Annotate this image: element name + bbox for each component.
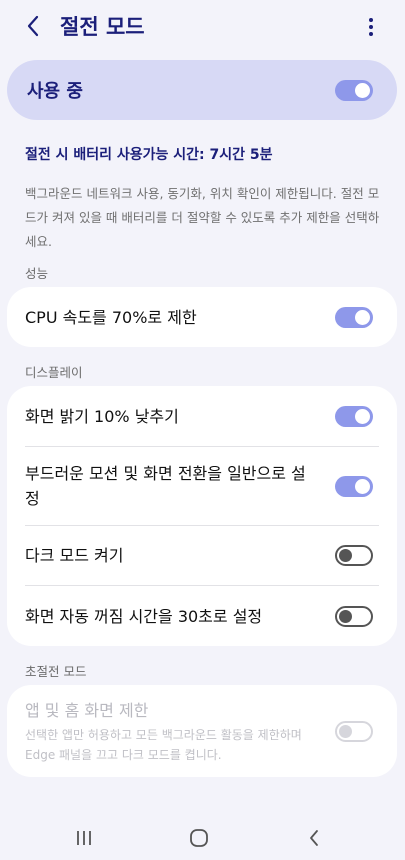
- app-home-limit-subtitle: 선택한 앱만 허용하고 모든 백그라운드 활동을 제한하며 Edge 패널을 끄…: [25, 728, 302, 762]
- brightness-label: 화면 밝기 10% 낮추기: [25, 406, 179, 426]
- home-icon: [190, 829, 208, 847]
- more-vert-icon: [369, 18, 373, 22]
- screen-timeout-toggle[interactable]: [335, 605, 373, 627]
- screen-timeout-label: 화면 자동 꺼짐 시간을 30초로 설정: [25, 606, 263, 626]
- display-card: 화면 밝기 10% 낮추기 부드러운 모션 및 화면 전환을 일반으로 설정 다…: [7, 386, 397, 646]
- section-label-performance: 성능: [25, 266, 49, 281]
- app-home-limit-toggle[interactable]: [335, 720, 373, 742]
- brightness-toggle[interactable]: [335, 405, 373, 427]
- dark-mode-toggle[interactable]: [335, 545, 373, 566]
- master-switch-label: 사용 중: [27, 81, 83, 102]
- home-button[interactable]: [184, 826, 214, 850]
- recents-button[interactable]: [69, 826, 99, 850]
- back-button[interactable]: [18, 10, 48, 42]
- back-arrow-icon: [27, 15, 39, 37]
- brightness-row[interactable]: 화면 밝기 10% 낮추기: [7, 386, 397, 446]
- section-label-ultra: 초절전 모드: [25, 664, 87, 679]
- cpu-limit-toggle[interactable]: [335, 306, 373, 328]
- master-toggle[interactable]: [335, 79, 373, 101]
- more-options-button[interactable]: [361, 12, 381, 42]
- performance-card: CPU 속도를 70%로 제한: [7, 287, 397, 347]
- app-home-limit-title: 앱 및 홈 화면 제한: [25, 701, 149, 720]
- system-navigation-bar: [0, 812, 405, 860]
- recents-icon: [77, 831, 91, 845]
- motion-toggle[interactable]: [335, 475, 373, 497]
- page-title: 절전 모드: [60, 15, 145, 39]
- cpu-limit-label: CPU 속도를 70%로 제한: [25, 307, 197, 327]
- dark-mode-label: 다크 모드 켜기: [25, 546, 124, 565]
- cpu-limit-row[interactable]: CPU 속도를 70%로 제한: [7, 287, 397, 347]
- section-label-display: 디스플레이: [25, 365, 83, 380]
- nav-back-button[interactable]: [299, 826, 329, 850]
- app-bar: 절전 모드: [0, 0, 405, 52]
- master-switch-row[interactable]: 사용 중: [7, 60, 397, 120]
- screen-timeout-row[interactable]: 화면 자동 꺼짐 시간을 30초로 설정: [7, 586, 397, 646]
- dark-mode-row[interactable]: 다크 모드 켜기: [7, 526, 397, 585]
- ultra-card: 앱 및 홈 화면 제한 선택한 앱만 허용하고 모든 백그라운드 활동을 제한하…: [7, 685, 397, 777]
- nav-back-icon: [310, 830, 318, 846]
- battery-time-estimate: 절전 시 배터리 사용가능 시간: 7시간 5분: [25, 147, 273, 163]
- power-saving-description: 백그라운드 네트워크 사용, 동기화, 위치 확인이 제한됩니다. 절전 모드가…: [25, 186, 380, 249]
- motion-label: 부드러운 모션 및 화면 전환을 일반으로 설정: [25, 464, 306, 508]
- app-home-limit-row[interactable]: 앱 및 홈 화면 제한 선택한 앱만 허용하고 모든 백그라운드 활동을 제한하…: [7, 685, 397, 777]
- motion-row[interactable]: 부드러운 모션 및 화면 전환을 일반으로 설정: [7, 447, 397, 525]
